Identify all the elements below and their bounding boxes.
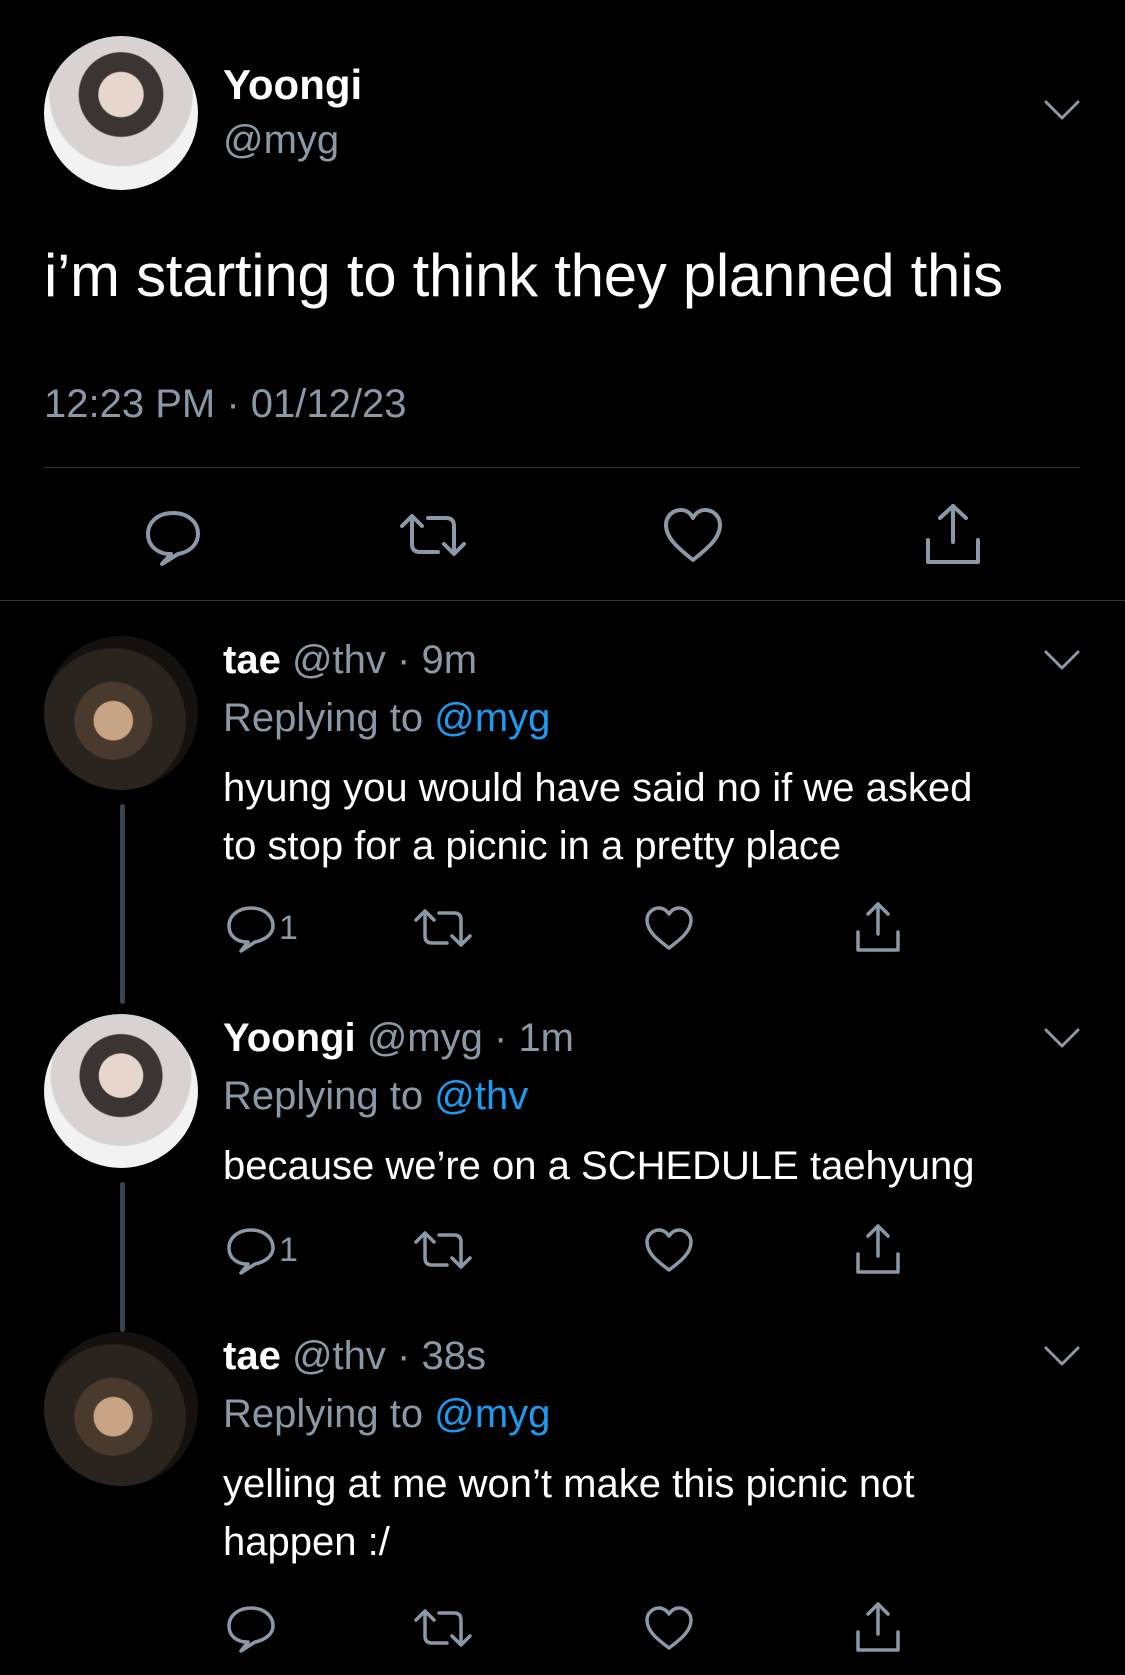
replying-to-label: Replying to [223, 696, 435, 740]
avatar[interactable] [44, 636, 198, 790]
replying-to-label: Replying to [223, 1074, 435, 1118]
like-icon[interactable] [641, 1222, 697, 1278]
chevron-down-icon[interactable] [1042, 646, 1082, 676]
reply-tweet: tae @thv · 9m Replying to @myg hyung you… [0, 636, 1125, 1016]
avatar[interactable] [44, 1332, 198, 1486]
reply-count: 1 [279, 909, 298, 947]
chevron-down-icon[interactable] [1042, 96, 1082, 126]
thread-line [120, 804, 125, 1004]
tweet-time: 38s [421, 1334, 486, 1378]
reply-icon[interactable] [223, 1600, 279, 1656]
author-name[interactable]: tae [223, 638, 281, 682]
replying-to: Replying to @myg [223, 1390, 550, 1438]
reply-header: tae @thv · 38s [223, 1332, 486, 1380]
mention-link[interactable]: @myg [434, 696, 550, 740]
tweet-timestamp: 12:23 PM · 01/12/23 [44, 382, 407, 426]
avatar[interactable] [44, 1014, 198, 1168]
mention-link[interactable]: @thv [434, 1074, 528, 1118]
share-icon[interactable] [850, 1600, 906, 1656]
tweet-text: because we’re on a SCHEDULE taehyung [223, 1137, 1093, 1195]
retweet-icon[interactable] [413, 1222, 473, 1278]
tweet-text-line: yelling at me won’t make this picnic not [223, 1462, 915, 1506]
tweet-text-line: happen :/ [223, 1520, 390, 1564]
tweet-text-line: because we’re on a SCHEDULE taehyung [223, 1144, 975, 1188]
share-icon[interactable] [850, 1222, 906, 1278]
like-icon[interactable] [658, 500, 728, 570]
tweet-actions [0, 500, 1125, 570]
tweet-text: yelling at me won’t make this picnic not… [223, 1455, 1093, 1571]
author-handle[interactable]: @myg [367, 1016, 483, 1060]
main-tweet: Yoongi @myg i’m starting to think they p… [0, 0, 1125, 600]
tweet-time: 1m [518, 1016, 575, 1060]
tweet-text-line: to stop for a picnic in a pretty place [223, 824, 842, 868]
reply-header: Yoongi @myg · 1m [223, 1014, 574, 1062]
thread-line [120, 1182, 125, 1332]
reply-icon[interactable] [138, 500, 208, 570]
reply-count: 1 [279, 1231, 298, 1269]
retweet-icon[interactable] [413, 1600, 473, 1656]
tweet-time: 9m [421, 638, 478, 682]
like-icon[interactable] [641, 900, 697, 956]
retweet-icon[interactable] [398, 500, 468, 570]
tweet-text-line: hyung you would have said no if we asked [223, 766, 973, 810]
like-icon[interactable] [641, 1600, 697, 1656]
chevron-down-icon[interactable] [1042, 1342, 1082, 1372]
reply-icon[interactable] [223, 900, 279, 956]
share-icon[interactable] [918, 500, 988, 570]
tweet-text: hyung you would have said no if we asked… [223, 759, 1093, 875]
replying-to: Replying to @thv [223, 1072, 528, 1120]
author-handle[interactable]: @thv [292, 1334, 386, 1378]
separator-dot: · [493, 1016, 508, 1060]
tweet-actions [223, 1600, 923, 1656]
replying-to: Replying to @myg [223, 694, 550, 742]
author-handle[interactable]: @myg [223, 116, 339, 164]
mention-link[interactable]: @myg [434, 1392, 550, 1436]
reply-tweet: tae @thv · 38s Replying to @myg yelling … [0, 1332, 1125, 1672]
share-icon[interactable] [850, 900, 906, 956]
author-name[interactable]: Yoongi [223, 60, 362, 110]
avatar[interactable] [44, 36, 198, 190]
reply-icon[interactable] [223, 1222, 279, 1278]
author-name[interactable]: Yoongi [223, 1016, 356, 1060]
tweet-actions: 1 [223, 1222, 923, 1278]
retweet-icon[interactable] [413, 900, 473, 956]
tweet-actions: 1 [223, 900, 923, 956]
reply-tweet: Yoongi @myg · 1m Replying to @thv becaus… [0, 1014, 1125, 1334]
author-handle[interactable]: @thv [292, 638, 386, 682]
replying-to-label: Replying to [223, 1392, 435, 1436]
divider [0, 600, 1125, 601]
reply-header: tae @thv · 9m [223, 636, 477, 684]
tweet-text: i’m starting to think they planned this [44, 242, 1003, 309]
chevron-down-icon[interactable] [1042, 1024, 1082, 1054]
separator-dot: · [397, 638, 411, 682]
author-name[interactable]: tae [223, 1334, 281, 1378]
divider [44, 467, 1080, 468]
separator-dot: · [397, 1334, 411, 1378]
